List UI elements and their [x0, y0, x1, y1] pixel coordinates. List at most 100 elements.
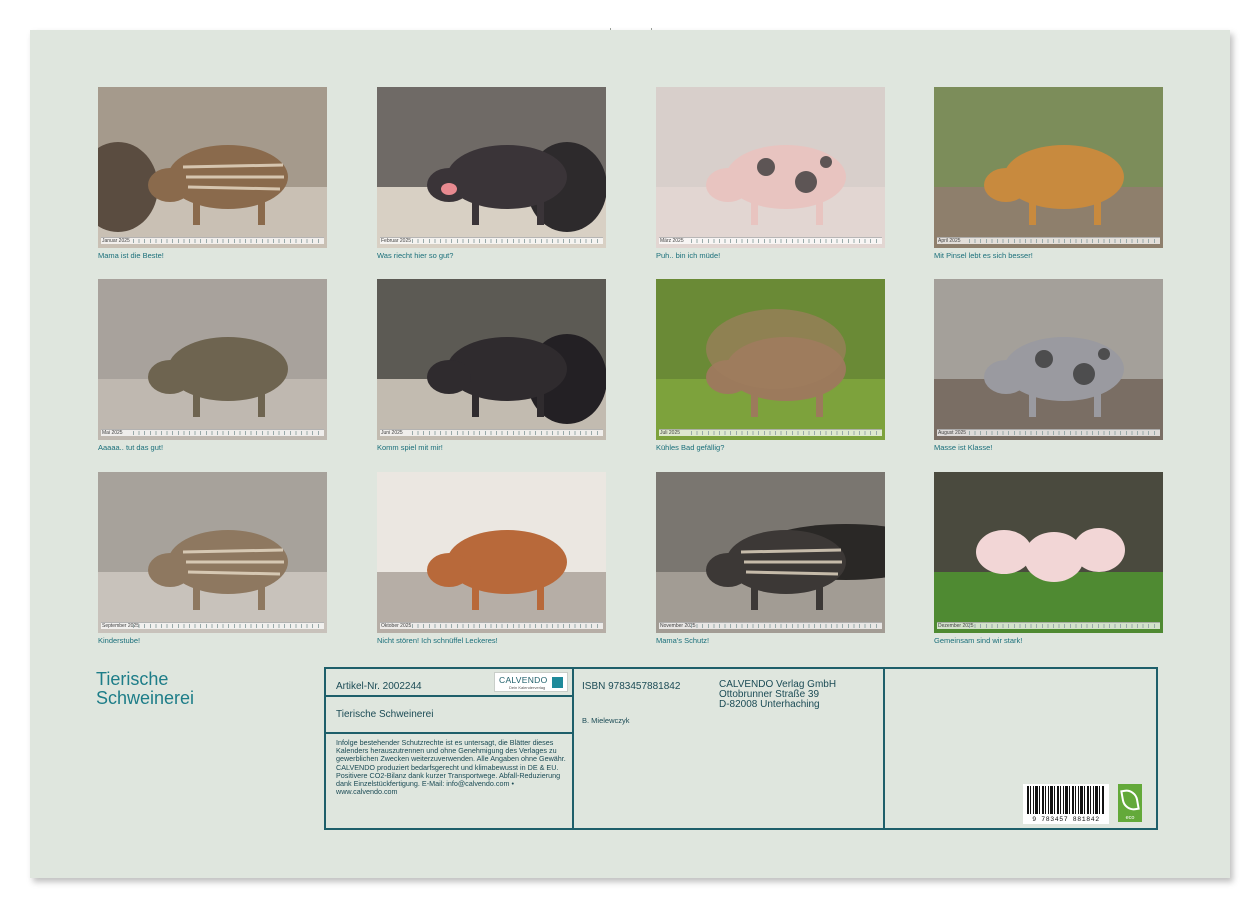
day-cells — [133, 239, 323, 243]
month-date-strip: April 2025 — [937, 237, 1160, 244]
isbn: ISBN 9783457881842 — [582, 681, 681, 692]
pig-photo: Juli 2025 — [656, 279, 885, 440]
month-photo-tile: Juli 2025 Kühles Bad gefällig? — [656, 279, 885, 452]
photo-scene — [934, 87, 1163, 248]
month-date-strip: Februar 2025 — [380, 237, 603, 244]
day-cells — [969, 624, 1159, 628]
product-title: Tierische Schweinerei — [336, 709, 434, 720]
product-info-box: Artikel-Nr. 2002244 CALVENDO Dein Kalend… — [324, 667, 1158, 830]
day-cells — [412, 624, 602, 628]
leaf-icon — [1120, 787, 1140, 813]
month-label: Juli 2025 — [660, 430, 681, 436]
month-label: Januar 2025 — [102, 238, 130, 244]
photo-caption: Gemeinsam sind wir stark! — [934, 636, 1023, 645]
photo-scene — [656, 279, 885, 440]
publisher-address: CALVENDO Verlag GmbH Ottobrunner Straße … — [719, 680, 836, 710]
calvendo-logo: CALVENDO Dein Kalenderverlag — [494, 672, 568, 692]
pig-photo: Juni 2025 — [377, 279, 606, 440]
calendar-title: Tierische Schweinerei — [96, 670, 194, 708]
title-line-1: Tierische — [96, 669, 169, 689]
photo-caption: Masse ist Klasse! — [934, 443, 993, 452]
day-cells — [412, 431, 602, 435]
month-date-strip: Juni 2025 — [380, 429, 603, 436]
day-cells — [969, 239, 1159, 243]
month-date-strip: Mai 2025 — [101, 429, 324, 436]
barcode-number: 9 783457 881842 — [1032, 816, 1100, 823]
photo-scene — [98, 472, 327, 633]
day-cells — [691, 624, 881, 628]
pig-photo: März 2025 — [656, 87, 885, 248]
photo-caption: Mama ist die Beste! — [98, 251, 164, 260]
month-photo-tile: Dezember 2025 Gemeinsam sind wir stark! — [934, 472, 1163, 645]
month-photo-tile: März 2025 Puh.. bin ich müde! — [656, 87, 885, 260]
pig-photo: August 2025 — [934, 279, 1163, 440]
divider — [883, 669, 885, 828]
month-photo-tile: Mai 2025 Aaaaa.. tut das gut! — [98, 279, 327, 452]
article-number: Artikel-Nr. 2002244 — [336, 681, 422, 692]
pig-photo: Mai 2025 — [98, 279, 327, 440]
day-cells — [691, 239, 881, 243]
month-date-strip: September 2025 — [101, 622, 324, 629]
logo-name: CALVENDO — [499, 675, 548, 685]
day-cells — [412, 239, 602, 243]
month-photo-tile: August 2025 Masse ist Klasse! — [934, 279, 1163, 452]
month-photo-tile: April 2025 Mit Pinsel lebt es sich besser… — [934, 87, 1163, 260]
divider — [326, 695, 572, 697]
photo-scene — [934, 279, 1163, 440]
month-label: Juni 2025 — [381, 430, 403, 436]
photo-caption: Komm spiel mit mir! — [377, 443, 443, 452]
logo-tagline: Dein Kalenderverlag — [509, 685, 546, 690]
photo-scene — [656, 87, 885, 248]
photo-caption: Kühles Bad gefällig? — [656, 443, 725, 452]
photo-caption: Kinderstube! — [98, 636, 141, 645]
pig-photo: November 2025 — [656, 472, 885, 633]
month-date-strip: August 2025 — [937, 429, 1160, 436]
photo-caption: Aaaaa.. tut das gut! — [98, 443, 164, 452]
month-photo-tile: Januar 2025 Mama ist die Beste! — [98, 87, 327, 260]
legal-notice: Infolge bestehender Schutzrechte ist es … — [336, 738, 566, 797]
pig-photo: Oktober 2025 — [377, 472, 606, 633]
barcode-bars — [1027, 786, 1105, 814]
eco-label: eco — [1125, 815, 1135, 821]
month-date-strip: Januar 2025 — [101, 237, 324, 244]
month-photo-tile: Juni 2025 Komm spiel mit mir! — [377, 279, 606, 452]
pig-photo: Januar 2025 — [98, 87, 327, 248]
title-line-2: Schweinerei — [96, 688, 195, 708]
photo-scene — [377, 472, 606, 633]
photo-scene — [656, 472, 885, 633]
day-cells — [691, 431, 881, 435]
month-date-strip: Oktober 2025 — [380, 622, 603, 629]
photo-scene — [98, 87, 327, 248]
month-label: April 2025 — [938, 238, 961, 244]
day-cells — [133, 431, 323, 435]
month-label: Februar 2025 — [381, 238, 412, 244]
month-label: März 2025 — [660, 238, 684, 244]
month-label: Oktober 2025 — [381, 623, 412, 629]
photo-scene — [98, 279, 327, 440]
isbn-barcode: 9 783457 881842 — [1023, 784, 1109, 824]
month-photo-tile: Februar 2025 Was riecht hier so gut? — [377, 87, 606, 260]
month-date-strip: Juli 2025 — [659, 429, 882, 436]
photo-caption: Nicht stören! Ich schnüffel Leckeres! — [377, 636, 498, 645]
month-date-strip: März 2025 — [659, 237, 882, 244]
author: B. Mielewczyk — [582, 716, 630, 725]
month-photo-tile: Oktober 2025 Nicht stören! Ich schnüffel … — [377, 472, 606, 645]
month-date-strip: November 2025 — [659, 622, 882, 629]
month-label: August 2025 — [938, 430, 967, 436]
day-cells — [133, 624, 323, 628]
pig-photo: Dezember 2025 — [934, 472, 1163, 633]
divider — [326, 732, 572, 734]
pig-photo: Februar 2025 — [377, 87, 606, 248]
month-date-strip: Dezember 2025 — [937, 622, 1160, 629]
logo-mark-icon — [552, 677, 563, 688]
month-label: Mai 2025 — [102, 430, 123, 436]
photo-caption: Mama's Schutz! — [656, 636, 710, 645]
photo-caption: Puh.. bin ich müde! — [656, 251, 721, 260]
pig-photo: April 2025 — [934, 87, 1163, 248]
day-cells — [969, 431, 1159, 435]
month-photo-tile: September 2025 Kinderstube! — [98, 472, 327, 645]
month-photo-tile: November 2025 Mama's Schutz! — [656, 472, 885, 645]
photo-caption: Was riecht hier so gut? — [377, 251, 454, 260]
photo-scene — [934, 472, 1163, 633]
pig-photo: September 2025 — [98, 472, 327, 633]
